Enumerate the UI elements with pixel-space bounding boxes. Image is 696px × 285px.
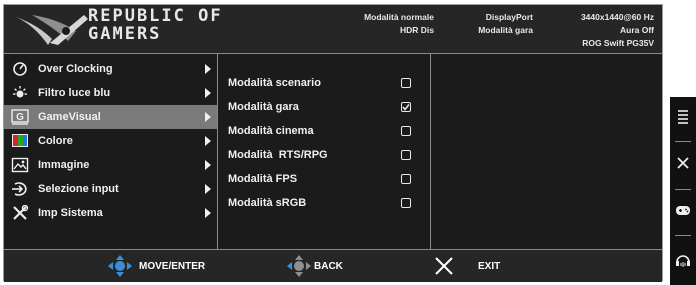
chevron-right-icon bbox=[205, 208, 211, 218]
checkbox[interactable] bbox=[401, 174, 411, 184]
option-modalita-srgb[interactable]: Modalità sRGB bbox=[218, 191, 430, 215]
menu-item-label: Imp Sistema bbox=[38, 207, 103, 219]
chevron-right-icon bbox=[205, 112, 211, 122]
brand-line-1: REPUBLIC OF bbox=[88, 6, 223, 26]
option-modalita-rts-rpg[interactable]: Modalità RTS/RPG bbox=[218, 143, 430, 167]
option-modalita-cinema[interactable]: Modalità cinema bbox=[218, 119, 430, 143]
back-label: BACK bbox=[314, 261, 343, 272]
svg-text:G: G bbox=[16, 112, 24, 123]
close-button[interactable] bbox=[670, 149, 696, 179]
checkbox-checked[interactable] bbox=[401, 102, 411, 112]
option-label: Modalità scenario bbox=[228, 77, 321, 89]
menu-item-label: Colore bbox=[38, 135, 73, 147]
brand-line-2: GAMERS bbox=[88, 24, 162, 44]
mode-info-line: Modalità normale bbox=[364, 12, 434, 22]
option-label: Modalità gara bbox=[228, 101, 299, 113]
checkbox[interactable] bbox=[401, 198, 411, 208]
tools-icon bbox=[13, 205, 29, 220]
audio-button[interactable] bbox=[670, 243, 696, 273]
option-modalita-scenario[interactable]: Modalità scenario bbox=[218, 71, 430, 95]
mode-info: Modalità normale HDR Dis bbox=[304, 11, 434, 37]
osd-footer: MOVE/ENTER BACK EXIT bbox=[4, 249, 662, 282]
menu-item-label: GameVisual bbox=[38, 111, 101, 123]
display-info: 3440x1440@60 Hz Aura Off ROG Swift PG35V bbox=[539, 11, 654, 50]
input-info-line: DisplayPort bbox=[485, 12, 533, 22]
menu-item-label: Filtro luce blu bbox=[38, 87, 111, 99]
option-modalita-fps[interactable]: Modalità FPS bbox=[218, 167, 430, 191]
option-label: Modalità cinema bbox=[228, 125, 314, 137]
chevron-right-icon bbox=[205, 64, 211, 74]
gamepad-icon bbox=[676, 206, 690, 215]
chevron-right-icon bbox=[205, 136, 211, 146]
menu-item-gamevisual[interactable]: G GameVisual bbox=[4, 105, 217, 129]
exit-label: EXIT bbox=[478, 261, 501, 272]
checkbox[interactable] bbox=[401, 126, 411, 136]
detail-panel bbox=[431, 53, 662, 249]
menu-item-filtro-luce-blu[interactable]: Filtro luce blu bbox=[4, 81, 217, 105]
gamepad-button[interactable] bbox=[670, 195, 696, 225]
main-menu: Over Clocking Filtro luce blu G GameVisu… bbox=[4, 53, 218, 249]
gamevisual-icon: G bbox=[11, 109, 29, 125]
osd-window: REPUBLIC OF GAMERS Modalità normale HDR … bbox=[3, 4, 663, 282]
menu-icon bbox=[678, 110, 688, 124]
color-icon bbox=[12, 134, 28, 147]
joystick-back-icon[interactable] bbox=[287, 255, 311, 277]
osd-header: REPUBLIC OF GAMERS Modalità normale HDR … bbox=[4, 5, 662, 54]
side-divider bbox=[675, 235, 691, 236]
menu-item-colore[interactable]: Colore bbox=[4, 129, 217, 153]
option-modalita-gara[interactable]: Modalità gara bbox=[218, 95, 430, 119]
input-info-line: Modalità gara bbox=[478, 25, 533, 35]
side-divider bbox=[675, 189, 691, 190]
headphone-icon bbox=[676, 255, 690, 267]
menu-item-label: Immagine bbox=[38, 159, 90, 171]
display-info-line: ROG Swift PG35V bbox=[582, 38, 654, 48]
side-button-strip bbox=[670, 97, 696, 285]
option-label: Modalità sRGB bbox=[228, 197, 307, 209]
exit-icon[interactable] bbox=[433, 255, 455, 277]
option-label: Modalità FPS bbox=[228, 173, 298, 185]
gamevisual-submenu: Modalità scenario Modalità gara Modalità… bbox=[218, 53, 431, 249]
gauge-icon bbox=[13, 62, 27, 76]
input-info: DisplayPort Modalità gara bbox=[441, 11, 533, 37]
chevron-right-icon bbox=[205, 88, 211, 98]
close-icon bbox=[677, 157, 689, 169]
input-icon bbox=[12, 182, 27, 196]
mode-info-line: HDR Dis bbox=[399, 25, 434, 35]
menu-item-immagine[interactable]: Immagine bbox=[4, 153, 217, 177]
checkbox[interactable] bbox=[401, 78, 411, 88]
menu-item-selezione-input[interactable]: Selezione input bbox=[4, 177, 217, 201]
menu-item-over-clocking[interactable]: Over Clocking bbox=[4, 57, 217, 81]
move-enter-label: MOVE/ENTER bbox=[139, 261, 206, 272]
chevron-right-icon bbox=[205, 160, 211, 170]
sun-icon bbox=[13, 86, 27, 98]
menu-button[interactable] bbox=[670, 101, 696, 131]
joystick-move-icon[interactable] bbox=[108, 255, 132, 277]
side-divider bbox=[675, 141, 691, 142]
menu-item-imp-sistema[interactable]: Imp Sistema bbox=[4, 201, 217, 225]
chevron-right-icon bbox=[205, 184, 211, 194]
checkmark-icon bbox=[402, 104, 410, 111]
menu-item-label: Selezione input bbox=[38, 183, 119, 195]
display-info-line: 3440x1440@60 Hz bbox=[580, 12, 654, 22]
option-label: Modalità RTS/RPG bbox=[228, 149, 328, 161]
display-info-line: Aura Off bbox=[620, 25, 654, 35]
checkbox[interactable] bbox=[401, 150, 411, 160]
menu-item-label: Over Clocking bbox=[38, 63, 113, 75]
image-icon bbox=[11, 157, 29, 173]
